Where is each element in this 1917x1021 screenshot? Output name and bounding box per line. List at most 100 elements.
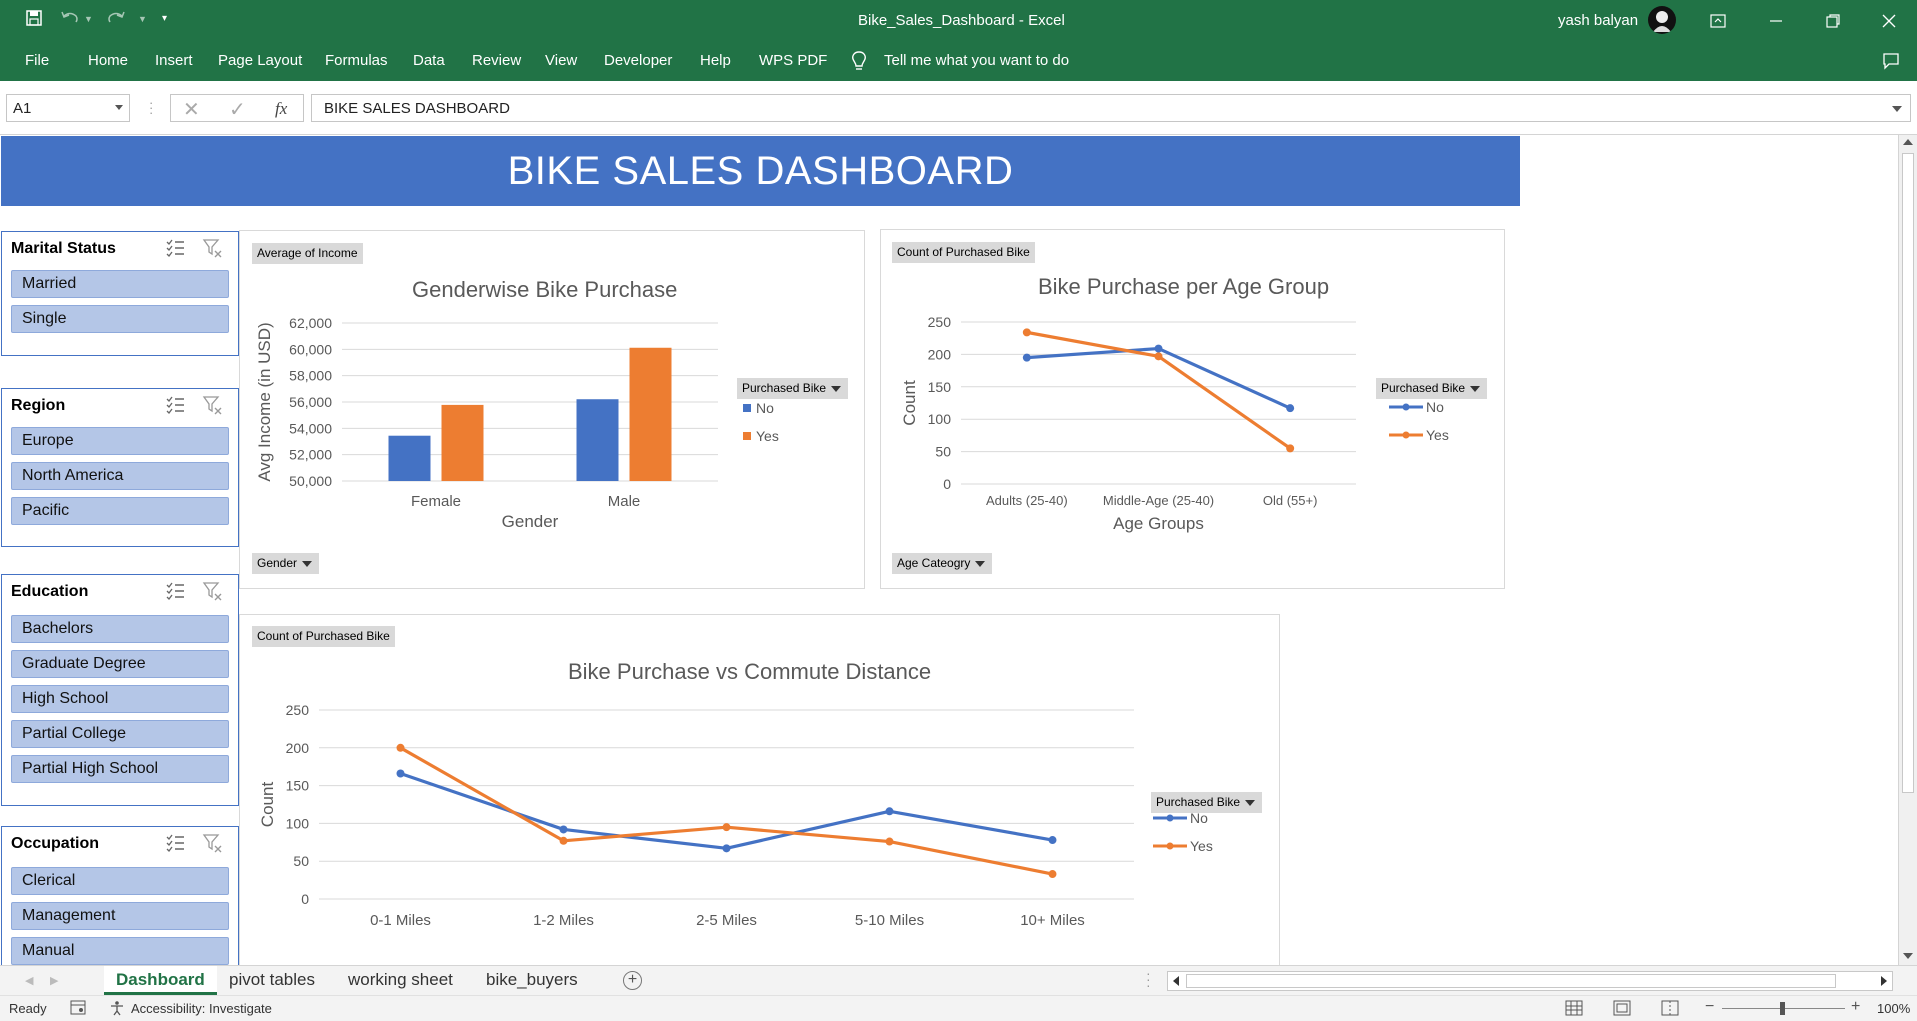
legend-field-button[interactable]: Purchased Bike — [1376, 378, 1488, 399]
page-break-view-icon[interactable] — [1661, 1000, 1679, 1019]
chart-genderwise[interactable]: Average of Income Genderwise Bike Purcha… — [239, 230, 865, 589]
name-box[interactable]: A1 — [6, 94, 130, 122]
menu-data[interactable]: Data — [413, 52, 445, 69]
redo-dropdown-icon[interactable]: ▼ — [138, 14, 147, 24]
vertical-scrollbar[interactable] — [1898, 135, 1917, 965]
value-field-button[interactable]: Average of Income — [252, 243, 363, 264]
cancel-entry-icon[interactable]: ✕ — [183, 97, 200, 122]
value-field-button[interactable]: Count of Purchased Bike — [892, 242, 1035, 263]
tab-bike-buyers[interactable]: bike_buyers — [474, 966, 590, 995]
redo-icon[interactable] — [106, 9, 126, 32]
menu-help[interactable]: Help — [700, 52, 731, 69]
horizontal-scrollbar[interactable] — [1167, 971, 1893, 991]
hscroll-thumb[interactable] — [1186, 974, 1836, 988]
accessibility-icon[interactable] — [109, 1000, 125, 1019]
clear-filter-icon[interactable] — [202, 394, 224, 416]
normal-view-icon[interactable] — [1565, 1000, 1583, 1019]
slicer-item[interactable]: Europe — [11, 427, 229, 455]
slicer-item[interactable]: Management — [11, 902, 229, 930]
menu-file[interactable]: File — [25, 52, 49, 69]
customize-toolbar-icon[interactable]: ▾ — [162, 13, 167, 24]
slicer-item[interactable]: Married — [11, 270, 229, 298]
menu-view[interactable]: View — [545, 52, 577, 69]
zoom-in-icon[interactable]: + — [1851, 998, 1860, 1016]
axis-field-button[interactable]: Gender — [252, 553, 320, 574]
legend-marker — [1166, 814, 1174, 822]
slicer-item[interactable]: Bachelors — [11, 615, 229, 643]
page-layout-view-icon[interactable] — [1613, 1000, 1631, 1019]
value-field-button[interactable]: Count of Purchased Bike — [252, 626, 395, 647]
zoom-level[interactable]: 100% — [1877, 1001, 1910, 1016]
scroll-left-icon[interactable] — [1173, 976, 1179, 986]
close-icon[interactable] — [1861, 0, 1917, 41]
chart-commute-distance[interactable]: Count of Purchased Bike Bike Purchase vs… — [239, 614, 1280, 965]
menu-page-layout[interactable]: Page Layout — [218, 52, 302, 69]
menu-wps-pdf[interactable]: WPS PDF — [759, 52, 827, 69]
menu-developer[interactable]: Developer — [604, 52, 672, 69]
y-tick-label: 150 — [286, 778, 310, 794]
slicer-item[interactable]: Manual — [11, 937, 229, 965]
undo-dropdown-icon[interactable]: ▼ — [84, 14, 93, 24]
multi-select-icon[interactable] — [164, 832, 186, 854]
zoom-out-icon[interactable]: − — [1705, 998, 1714, 1016]
scroll-down-icon[interactable] — [1903, 953, 1913, 959]
multi-select-icon[interactable] — [164, 394, 186, 416]
clear-filter-icon[interactable] — [202, 832, 224, 854]
formula-input[interactable]: BIKE SALES DASHBOARD — [311, 94, 1911, 122]
save-icon[interactable] — [25, 9, 43, 32]
macro-record-icon[interactable] — [70, 1000, 86, 1018]
tab-pivot-tables[interactable]: pivot tables — [217, 966, 327, 995]
slicer-item[interactable]: Clerical — [11, 867, 229, 895]
worksheet-area[interactable]: BIKE SALES DASHBOARD Marital Status Marr… — [0, 135, 1898, 965]
axis-field-button[interactable]: Age Cateogry — [892, 553, 993, 574]
data-point — [1154, 352, 1163, 361]
slicer-item[interactable]: Pacific — [11, 497, 229, 525]
legend-field-button[interactable]: Purchased Bike — [737, 378, 849, 399]
slicer-item[interactable]: Single — [11, 305, 229, 333]
y-tick-label: 0 — [301, 891, 309, 907]
name-box-dropdown-icon[interactable] — [115, 105, 123, 110]
slicer-item[interactable]: Partial High School — [11, 755, 229, 783]
menu-insert[interactable]: Insert — [155, 52, 193, 69]
insert-function-icon[interactable]: fx — [275, 99, 287, 119]
slicer-item[interactable]: Graduate Degree — [11, 650, 229, 678]
menu-formulas[interactable]: Formulas — [325, 52, 388, 69]
tab-split-grip-icon[interactable]: · · · — [1146, 966, 1151, 992]
menu-home[interactable]: Home — [88, 52, 128, 69]
slicer-item[interactable]: High School — [11, 685, 229, 713]
legend-label: Yes — [1190, 838, 1213, 854]
scroll-right-icon[interactable] — [1881, 976, 1887, 986]
tell-me-search[interactable]: Tell me what you want to do — [884, 52, 1069, 69]
zoom-slider[interactable] — [1722, 1002, 1845, 1015]
ribbon-display-icon[interactable] — [1690, 0, 1746, 41]
comments-icon[interactable] — [1882, 52, 1900, 75]
clear-filter-icon[interactable] — [202, 580, 224, 602]
undo-icon[interactable] — [60, 9, 80, 32]
zoom-slider-thumb[interactable] — [1780, 1002, 1785, 1015]
chart-age-group[interactable]: Count of Purchased Bike Bike Purchase pe… — [880, 229, 1505, 589]
multi-select-icon[interactable] — [164, 580, 186, 602]
add-sheet-icon[interactable]: + — [623, 971, 642, 990]
expand-formula-icon[interactable] — [1892, 106, 1902, 112]
accessibility-status[interactable]: Accessibility: Investigate — [131, 1001, 272, 1016]
tab-dashboard[interactable]: Dashboard — [104, 966, 217, 995]
user-name[interactable]: yash balyan — [1558, 12, 1638, 29]
y-tick-label: 50 — [935, 444, 951, 460]
clear-filter-icon[interactable] — [202, 237, 224, 259]
avatar[interactable] — [1648, 6, 1676, 34]
tab-working-sheet[interactable]: working sheet — [336, 966, 465, 995]
slicer-item[interactable]: Partial College — [11, 720, 229, 748]
minimize-icon[interactable] — [1748, 0, 1804, 41]
multi-select-icon[interactable] — [164, 237, 186, 259]
tab-scroll-right-icon[interactable]: ▶ — [50, 974, 58, 987]
slicer-item[interactable]: North America — [11, 462, 229, 490]
restore-icon[interactable] — [1805, 0, 1861, 41]
tab-scroll-left-icon[interactable]: ◀ — [25, 974, 33, 987]
confirm-entry-icon[interactable]: ✓ — [229, 97, 246, 122]
scroll-up-icon[interactable] — [1903, 139, 1913, 145]
slicer-title: Education — [11, 583, 89, 600]
menu-review[interactable]: Review — [472, 52, 521, 69]
scroll-thumb[interactable] — [1902, 153, 1914, 793]
legend-field-button[interactable]: Purchased Bike — [1151, 792, 1263, 813]
lightbulb-icon[interactable] — [850, 50, 868, 77]
